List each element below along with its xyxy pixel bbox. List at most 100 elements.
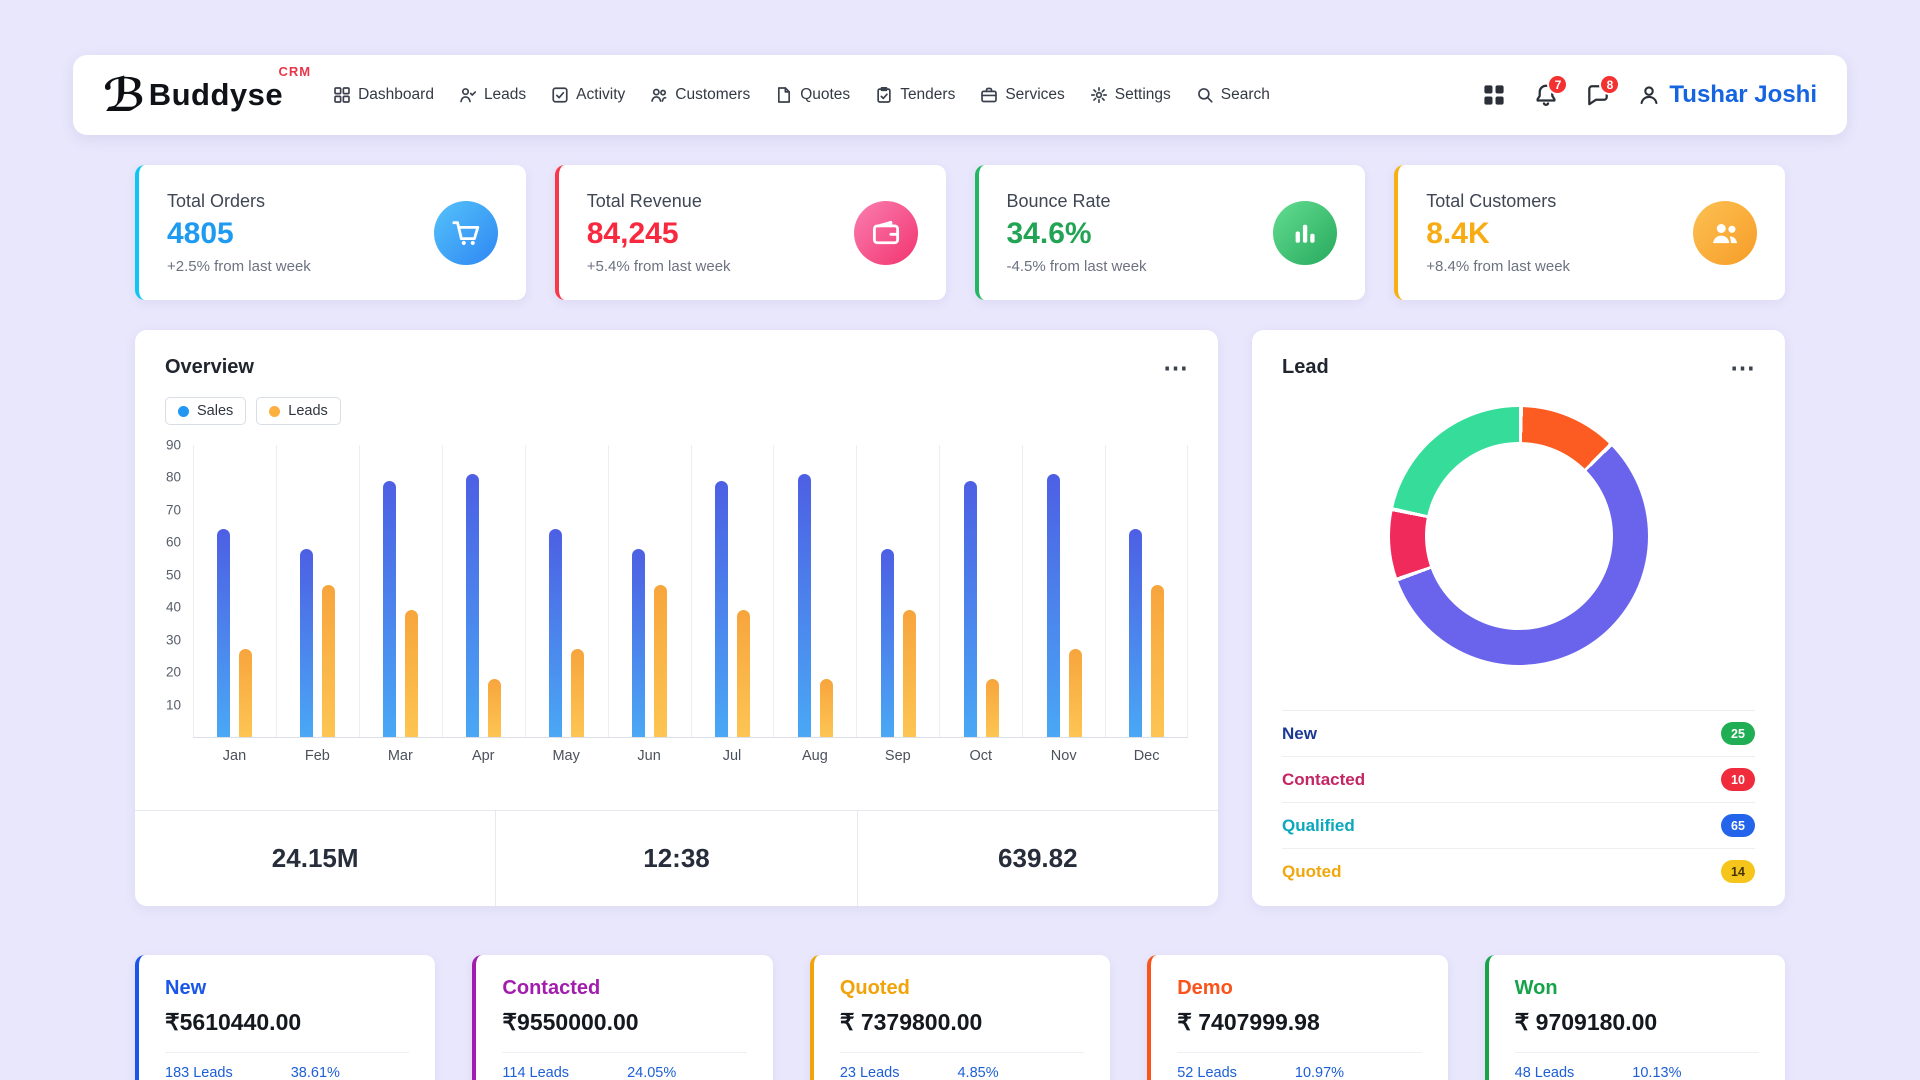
overview-menu-icon[interactable]: ⋯ (1163, 361, 1188, 375)
leads-icon (459, 86, 477, 104)
nav-item-services[interactable]: Services (980, 86, 1064, 104)
y-axis-label: 70 (166, 502, 181, 517)
chart-month-feb: Feb (276, 445, 359, 764)
nav-item-quotes[interactable]: Quotes (775, 86, 850, 104)
bar-sales-jan (217, 529, 230, 737)
app-logo[interactable]: ℬ BuddyseCRM (103, 72, 297, 118)
y-axis-label: 60 (166, 535, 181, 550)
lead-row-qualified: Qualified65 (1282, 802, 1755, 848)
bar-leads-feb (322, 585, 335, 737)
stat-value: 84,245 (587, 217, 731, 251)
pipeline-card-demo: Demo ₹ 7407999.98 52 Leads 10.97% (1147, 955, 1447, 1080)
stat-info: Bounce Rate 34.6% -4.5% from last week (1007, 191, 1147, 275)
stat-value: 8.4K (1426, 217, 1570, 251)
nav-item-settings[interactable]: Settings (1090, 86, 1171, 104)
legend-chip-leads[interactable]: Leads (256, 397, 341, 425)
y-axis-label: 10 (166, 697, 181, 712)
services-icon (980, 86, 998, 104)
lead-legend-rows: New25Contacted10Qualified65Quoted14 (1252, 710, 1785, 906)
x-axis-label: Oct (939, 737, 1022, 764)
user-menu[interactable]: Tushar Joshi (1638, 81, 1817, 109)
pipeline-amount: ₹ 7407999.98 (1177, 1009, 1421, 1036)
cart-icon (434, 201, 498, 265)
overview-footer-stat-2: 639.82 (858, 811, 1218, 906)
nav-item-customers[interactable]: Customers (650, 86, 750, 104)
bar-leads-may (571, 649, 584, 737)
y-axis-label: 30 (166, 632, 181, 647)
overview-card: Overview ⋯ SalesLeads 908070605040302010… (135, 330, 1218, 906)
chart-month-may: May (525, 445, 608, 764)
x-axis-label: Feb (276, 737, 359, 764)
pipeline-card-new: New ₹5610440.00 183 Leads 38.61% (135, 955, 435, 1080)
pipeline-percent: 24.05% (627, 1065, 676, 1080)
legend-label: Sales (197, 403, 233, 419)
bar-leads-dec (1151, 585, 1164, 737)
stat-info: Total Customers 8.4K +8.4% from last wee… (1426, 191, 1570, 275)
lead-row-new: New25 (1282, 710, 1755, 756)
bar-sales-jun (632, 549, 645, 737)
bell-badge: 7 (1547, 74, 1568, 95)
lead-donut-chart (1390, 407, 1648, 665)
nav-item-dashboard[interactable]: Dashboard (333, 86, 434, 104)
nav-item-tenders[interactable]: Tenders (875, 86, 955, 104)
bar-sales-sep (881, 549, 894, 737)
nav-label: Search (1221, 86, 1270, 104)
pipeline-amount: ₹9550000.00 (502, 1009, 746, 1036)
bar-sales-apr (466, 474, 479, 737)
apps-grid-icon[interactable] (1482, 83, 1506, 107)
bar-leads-oct (986, 679, 999, 737)
y-axis-label: 50 (166, 567, 181, 582)
settings-icon (1090, 86, 1108, 104)
donut-hole (1425, 442, 1613, 630)
pipeline-percent: 10.13% (1632, 1065, 1681, 1080)
legend-label: Leads (288, 403, 328, 419)
bar-sales-dec (1129, 529, 1142, 737)
bar-leads-jul (737, 610, 750, 737)
y-axis-label: 40 (166, 600, 181, 615)
bar-leads-apr (488, 679, 501, 737)
bar-leads-jun (654, 585, 667, 737)
pipeline-card-won: Won ₹ 9709180.00 48 Leads 10.13% (1485, 955, 1785, 1080)
lead-donut-wrap (1252, 379, 1785, 681)
main-nav: Dashboard Leads Activity Customers Quotes Ten… (333, 86, 1456, 104)
lead-stage-label: New (1282, 724, 1317, 744)
lead-menu-icon[interactable]: ⋯ (1730, 361, 1755, 375)
pipeline-footer: 183 Leads 38.61% (165, 1052, 409, 1080)
pipeline-percent: 10.97% (1295, 1065, 1344, 1080)
page-content: Total Orders 4805 +2.5% from last week T… (135, 165, 1785, 1080)
pipeline-leads: 52 Leads (1177, 1065, 1237, 1080)
chart-plot-area: JanFebMarAprMayJunJulAugSepOctNovDec (193, 445, 1188, 764)
chart-month-apr: Apr (442, 445, 525, 764)
nav-item-activity[interactable]: Activity (551, 86, 625, 104)
legend-chip-sales[interactable]: Sales (165, 397, 246, 425)
chart-month-sep: Sep (856, 445, 939, 764)
pipeline-card-contacted: Contacted ₹9550000.00 114 Leads 24.05% (472, 955, 772, 1080)
bar-leads-sep (903, 610, 916, 737)
lead-stage-label: Qualified (1282, 816, 1355, 836)
notifications-bell-icon[interactable]: 7 (1534, 83, 1558, 107)
brand-text: Buddyse (149, 77, 283, 112)
lead-row-contacted: Contacted10 (1282, 756, 1755, 802)
overview-footer-stat-0: 24.15M (135, 811, 496, 906)
pipeline-leads: 23 Leads (840, 1065, 900, 1080)
y-axis-label: 20 (166, 665, 181, 680)
stat-card-total-orders: Total Orders 4805 +2.5% from last week (135, 165, 526, 300)
stat-title: Bounce Rate (1007, 191, 1147, 212)
bar-sales-oct (964, 481, 977, 737)
nav-item-leads[interactable]: Leads (459, 86, 526, 104)
legend-dot (178, 406, 189, 417)
activity-icon (551, 86, 569, 104)
lead-count-badge: 10 (1721, 768, 1755, 791)
lead-count-badge: 14 (1721, 860, 1755, 883)
nav-label: Settings (1115, 86, 1171, 104)
nav-item-search[interactable]: Search (1196, 86, 1270, 104)
dashboard-icon (333, 86, 351, 104)
messages-icon[interactable]: 8 (1586, 83, 1610, 107)
nav-label: Customers (675, 86, 750, 104)
nav-label: Tenders (900, 86, 955, 104)
wallet-icon (854, 201, 918, 265)
chart-bars-icon (1273, 201, 1337, 265)
bar-leads-jan (239, 649, 252, 737)
nav-label: Services (1005, 86, 1064, 104)
pipeline-amount: ₹ 9709180.00 (1515, 1009, 1759, 1036)
